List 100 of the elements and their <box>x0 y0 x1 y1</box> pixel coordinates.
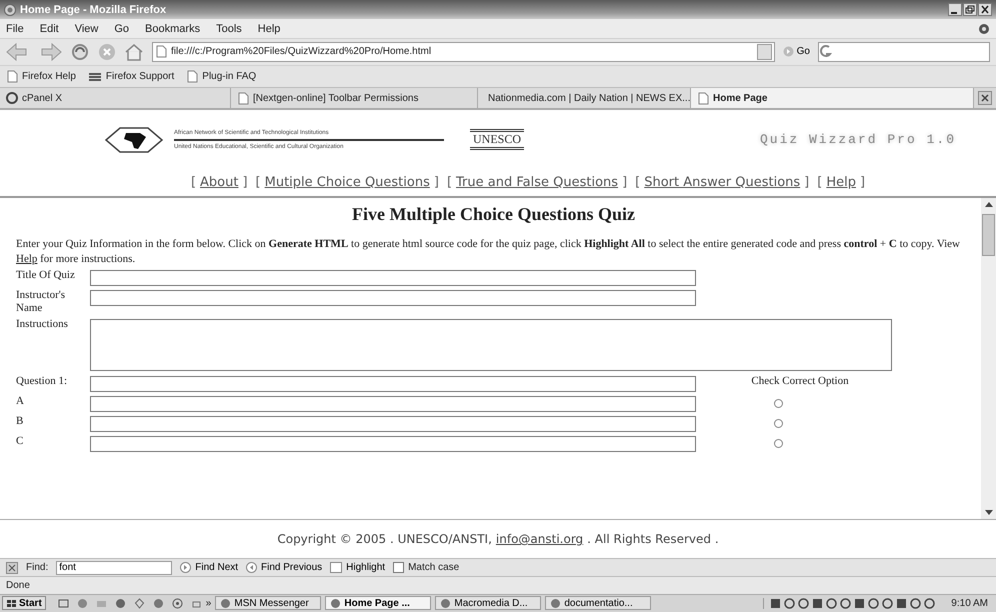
bracket: ] <box>242 174 248 192</box>
field-label: Instructions <box>16 318 69 332</box>
dropdown-button[interactable] <box>756 44 772 60</box>
scroll-thumb[interactable] <box>982 214 995 256</box>
taskbar-button[interactable]: MSN Messenger <box>215 596 322 610</box>
input-field[interactable] <box>90 436 696 452</box>
input-field[interactable] <box>90 416 696 432</box>
close-icon[interactable] <box>978 3 992 16</box>
taskbar-button[interactable]: documentatio... <box>545 596 652 610</box>
search-engine-icon <box>819 42 833 59</box>
column-label: Check Correct Option <box>750 375 850 388</box>
tray-icon[interactable] <box>896 598 908 609</box>
menu-item[interactable]: Tools <box>216 22 242 35</box>
radio-button[interactable] <box>774 419 783 428</box>
bracket: ] <box>434 174 439 192</box>
find-field[interactable]: font <box>56 560 172 575</box>
field-label: Question 1: <box>16 375 68 388</box>
nav-link[interactable]: Mutiple Choice Questions <box>264 174 430 194</box>
reload-icon[interactable] <box>70 42 90 61</box>
quick-launch-icon[interactable] <box>114 598 126 609</box>
browser-tab[interactable]: [Nextgen-online] Toolbar Permissions <box>231 88 478 108</box>
tray-icon[interactable] <box>840 598 852 609</box>
home-icon[interactable] <box>124 42 144 61</box>
nav-link[interactable]: True and False Questions <box>456 174 618 194</box>
app-icon <box>440 598 452 609</box>
quick-launch-icon[interactable] <box>152 598 164 609</box>
taskbar-button[interactable]: Macromedia D... <box>435 596 542 610</box>
bookmark-link[interactable]: Plug-in FAQ <box>186 70 256 84</box>
tray-icon[interactable] <box>868 598 880 609</box>
nav-link[interactable]: Short Answer Questions <box>644 174 800 194</box>
input-field[interactable] <box>90 290 696 306</box>
taskbar-button[interactable]: Home Page ... <box>325 596 432 610</box>
input-field[interactable] <box>90 396 696 412</box>
product-title: Quiz Wizzard Pro 1.0 <box>760 132 956 148</box>
input-field[interactable] <box>90 376 696 392</box>
scrollbar[interactable] <box>981 198 996 519</box>
restore-icon[interactable] <box>963 3 977 16</box>
bookmark-link[interactable]: Firefox Support <box>88 70 174 83</box>
menu-item[interactable]: Go <box>114 22 130 35</box>
bracket: [ <box>446 174 452 192</box>
feed-icon <box>88 70 102 83</box>
find-label: Find: <box>26 562 48 574</box>
radio-button[interactable] <box>774 399 783 408</box>
go-button[interactable]: Go <box>782 46 810 58</box>
throbber-icon <box>978 22 990 35</box>
bracket: [ <box>635 174 640 192</box>
start-button[interactable]: Start <box>2 596 46 610</box>
browser-tab[interactable]: Nationmedia.com | Daily Nation | NEWS EX... <box>478 88 691 108</box>
unesco-logo: UNESCO <box>470 129 524 150</box>
nav-link[interactable]: Help <box>826 174 856 194</box>
tray-icon[interactable] <box>784 598 796 609</box>
page-icon <box>697 92 709 105</box>
menu-item[interactable]: View <box>74 22 98 35</box>
field-label: Instructor's Name <box>16 289 66 316</box>
address-field[interactable]: file:///c:/Program%20Files/QuizWizzard%20Pro/Home.html <box>152 42 775 62</box>
browser-tab[interactable]: Home Page <box>691 88 974 108</box>
nav-link[interactable]: About <box>200 174 238 194</box>
instructions-text: for more instructions. <box>40 253 136 266</box>
find-next-button[interactable]: Find Next <box>180 562 238 574</box>
tray-icon[interactable] <box>826 598 838 609</box>
menu-item[interactable]: File <box>6 22 24 35</box>
copyright-text: Copyright © 2005 . UNESCO/ANSTI, <box>277 532 492 546</box>
quick-launch-icon[interactable] <box>134 598 145 609</box>
tray-icon[interactable] <box>924 598 936 609</box>
tray-icon[interactable] <box>798 598 810 609</box>
highlight-button[interactable]: Highlight <box>330 562 386 574</box>
menu-item[interactable]: Help <box>258 22 280 35</box>
copyright-text: . All Rights Reserved . <box>587 532 719 546</box>
field-label: Title Of Quiz <box>16 269 76 282</box>
input-field[interactable] <box>90 270 696 286</box>
menu-item[interactable]: Edit <box>40 22 59 35</box>
page-icon <box>186 70 198 84</box>
bookmark-link[interactable]: Firefox Help <box>6 70 76 84</box>
match-case-checkbox[interactable] <box>393 562 404 574</box>
bracket: [ <box>190 174 196 192</box>
help-link[interactable]: Help <box>16 253 38 266</box>
email-link[interactable]: info@ansti.org <box>496 532 584 546</box>
highlight-icon <box>330 562 342 574</box>
bracket: ] <box>622 174 628 192</box>
page-icon <box>155 45 167 58</box>
search-field[interactable] <box>818 42 990 62</box>
menu-item[interactable]: Bookmarks <box>145 22 200 35</box>
tray-icon[interactable] <box>770 598 782 609</box>
minimize-icon[interactable] <box>948 3 962 16</box>
tray-icon[interactable] <box>882 598 894 609</box>
tray-icon[interactable] <box>910 598 922 609</box>
close-tab-icon[interactable] <box>978 91 992 106</box>
quick-launch-icon[interactable] <box>172 598 183 609</box>
browser-tab[interactable]: cPanel X <box>0 88 231 108</box>
quick-launch-icon[interactable] <box>58 598 69 609</box>
find-previous-button[interactable]: Find Previous <box>246 562 322 574</box>
close-icon[interactable] <box>6 562 18 574</box>
cpanel-icon <box>6 92 18 104</box>
africa-map-logo <box>104 124 164 155</box>
tray-icon[interactable] <box>812 598 824 609</box>
text-area[interactable] <box>90 319 892 372</box>
more-button[interactable]: » <box>206 598 212 609</box>
quick-launch-icon[interactable] <box>76 598 88 609</box>
tray-icon[interactable] <box>854 598 866 609</box>
radio-button[interactable] <box>774 439 783 448</box>
